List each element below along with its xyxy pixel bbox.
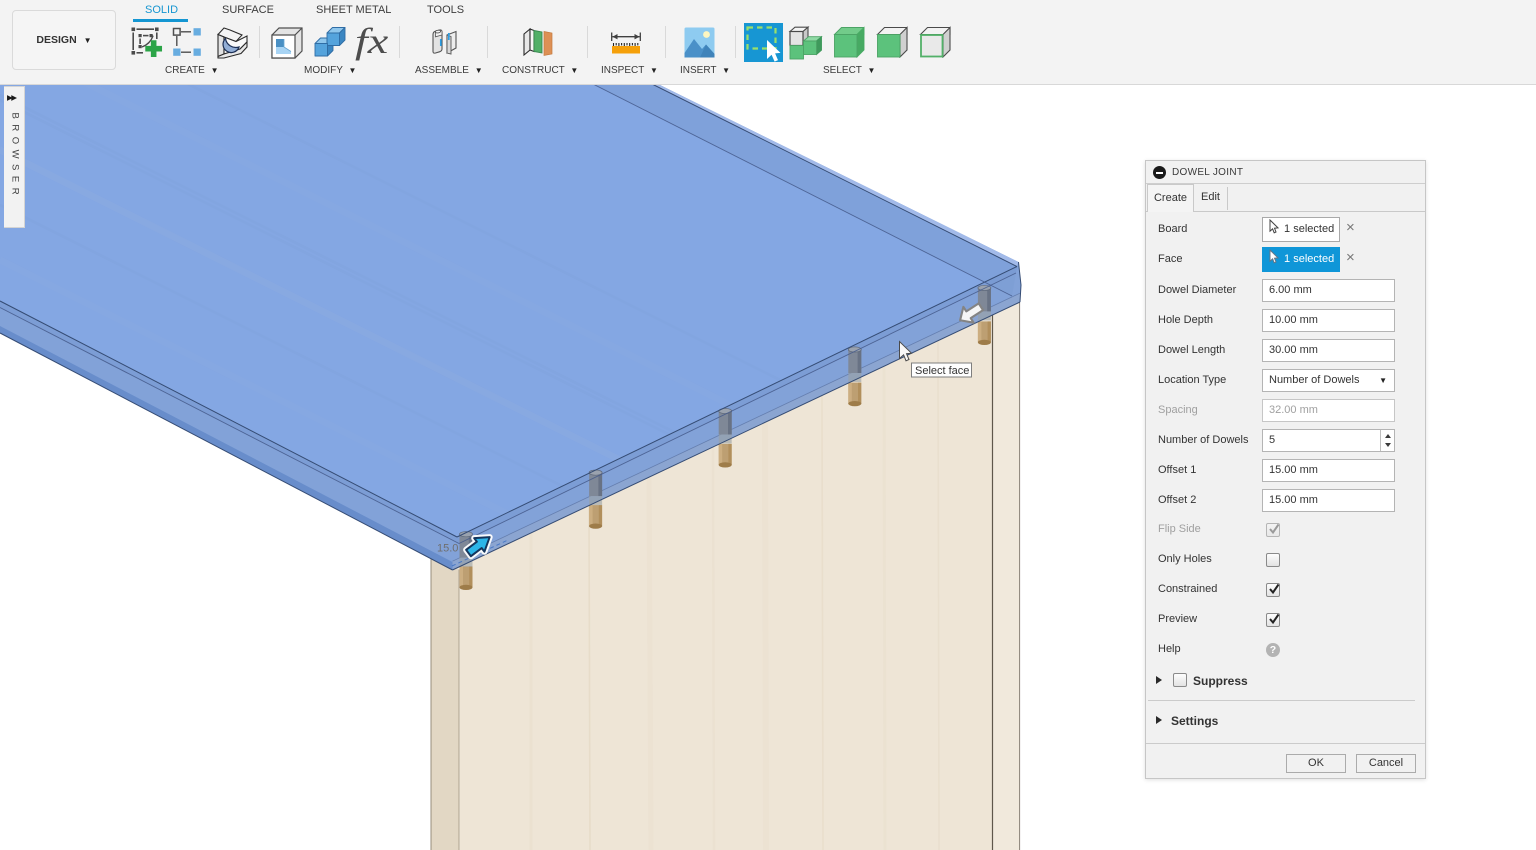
svg-text:Select face: Select face: [915, 365, 969, 377]
svg-text:15.0: 15.0: [437, 543, 458, 555]
